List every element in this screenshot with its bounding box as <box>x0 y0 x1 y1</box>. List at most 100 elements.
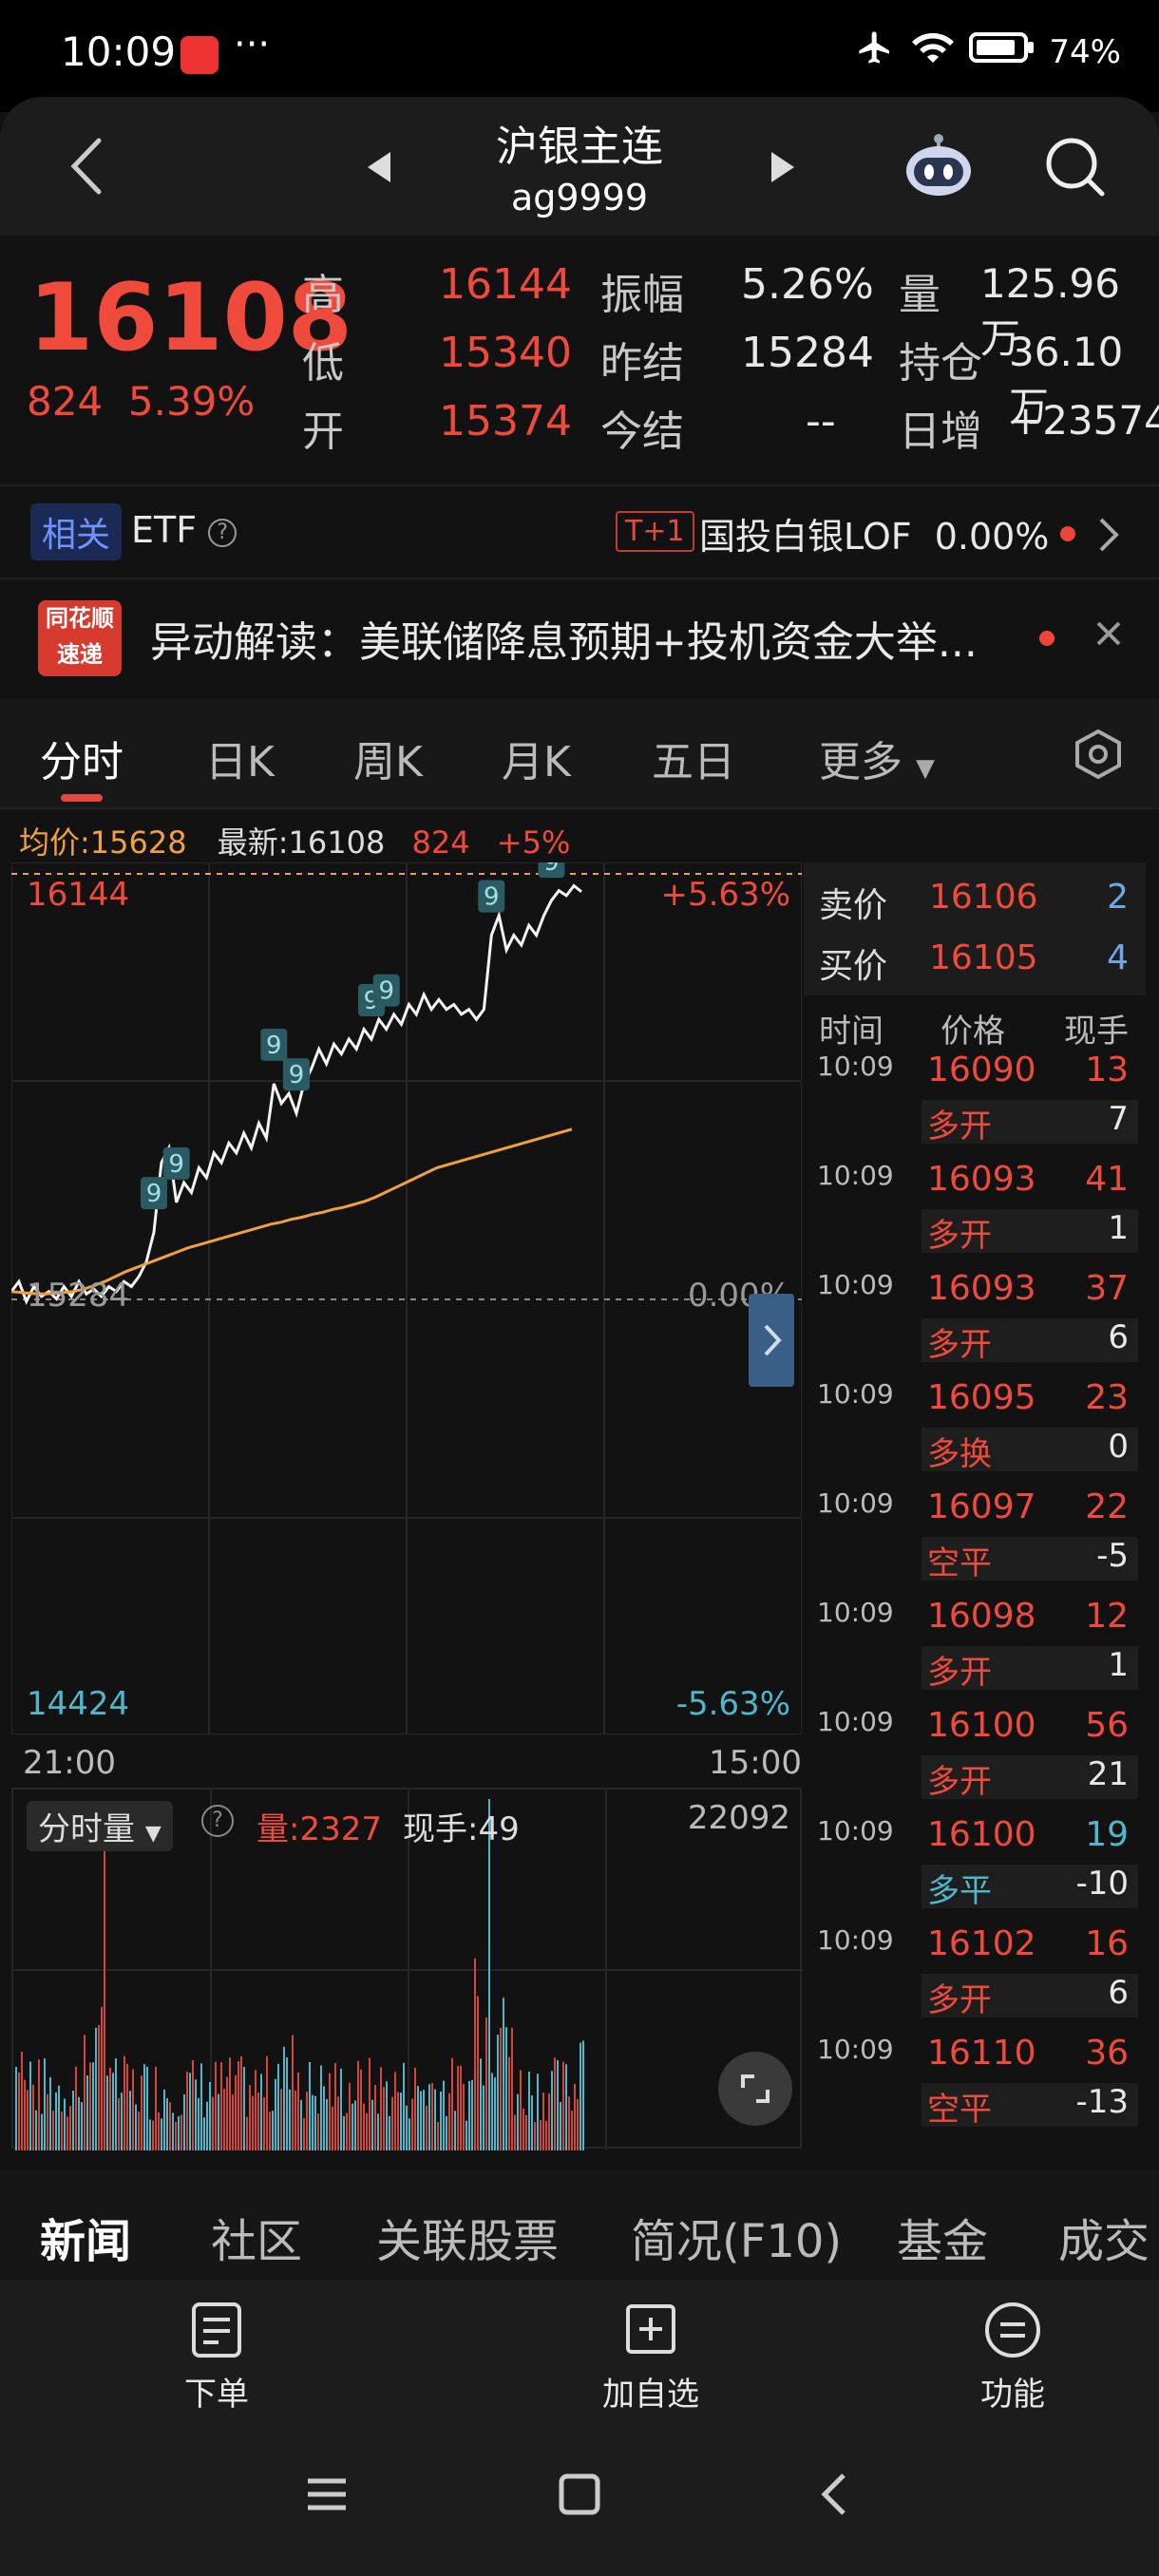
tab-news[interactable]: 新闻 <box>40 2204 131 2270</box>
volume-bar <box>326 2098 328 2150</box>
news-flash[interactable]: 同花顺 速递 异动解读：美联储降息预期+投机资金大举... <box>0 581 1159 693</box>
trade-price: 16093 <box>927 1160 1036 1199</box>
volume-bar <box>81 2102 83 2150</box>
volume-bar <box>480 2058 482 2150</box>
help-icon[interactable]: ? <box>208 518 238 547</box>
tab-weekly-k[interactable]: 周K <box>353 728 423 788</box>
volume-bar <box>491 2073 493 2150</box>
volume-max: 22092 <box>687 1799 790 1837</box>
volume-bar <box>146 2066 148 2150</box>
volume-bar <box>508 2056 510 2150</box>
expand-panel-handle[interactable] <box>749 1294 794 1387</box>
volume-bar <box>443 2080 445 2150</box>
tab-daily-k[interactable]: 日K <box>205 728 275 788</box>
tab-related-stocks[interactable]: 关联股票 <box>376 2204 559 2270</box>
volume-bar <box>200 2063 202 2150</box>
trade-time: 10:09 <box>817 2034 894 2065</box>
trade-row: 10:09 16100 56 多开 21 <box>804 1706 1146 1810</box>
volume-bar <box>403 2062 405 2150</box>
volume-bar <box>266 2055 268 2150</box>
tab-intraday[interactable]: 分时 <box>40 728 124 788</box>
volume-bar <box>89 2062 91 2150</box>
trade-volume: 22 <box>1085 1487 1129 1526</box>
amplitude-value: 5.26% <box>741 260 874 309</box>
volume-bar <box>212 2096 214 2150</box>
recent-apps-icon[interactable] <box>306 2475 348 2517</box>
volume-bar <box>340 2068 342 2150</box>
volume-bar <box>440 2091 442 2150</box>
tab-fund[interactable]: 基金 <box>897 2204 988 2270</box>
tab-trades[interactable]: 成交 <box>1058 2204 1150 2270</box>
volume-bar <box>548 2093 550 2150</box>
trade-volume: 23 <box>1085 1378 1129 1417</box>
volume-bar <box>423 2090 425 2150</box>
assistant-robot-icon[interactable] <box>902 131 975 198</box>
volume-bar <box>235 2074 237 2150</box>
daily-change-value: +23574 <box>1009 397 1159 444</box>
volume-chart[interactable]: 分时量 ▼ ? 量:2327 现手:49 22092 <box>11 1788 804 2150</box>
volume-bar <box>47 2093 48 2150</box>
trade-time: 10:09 <box>817 1378 894 1410</box>
volume-bar <box>408 2118 410 2150</box>
trade-hand: 6 <box>1108 1318 1129 1356</box>
quote-panel: 16108 824 5.39% 高 16144 低 15340 开 15374 … <box>0 236 1159 484</box>
back-nav-icon[interactable] <box>819 2472 847 2521</box>
volume-bar <box>320 2065 322 2150</box>
volume-bar <box>383 2087 385 2150</box>
tab-five-day[interactable]: 五日 <box>652 728 735 788</box>
settings-icon[interactable] <box>1072 728 1125 785</box>
close-icon[interactable] <box>1094 619 1123 652</box>
volume-bar <box>15 2066 17 2150</box>
related-etf-row[interactable]: 相关 ETF ? T+1 国投白银LOF 0.00% <box>0 484 1159 579</box>
volume-bar <box>542 2092 544 2150</box>
volume-bar <box>118 2097 120 2150</box>
tab-community[interactable]: 社区 <box>211 2204 302 2270</box>
volume-bar <box>528 2072 530 2150</box>
volume-bar <box>189 2073 191 2150</box>
volume-bar <box>203 2117 205 2150</box>
trade-type: 多开 <box>927 1654 992 1692</box>
volume-bar <box>52 2111 54 2150</box>
volume-bar <box>500 2027 502 2150</box>
intraday-chart[interactable]: 99999999 16144 +5.63% 15284 0.00% 14424 … <box>10 845 803 1735</box>
volume-type-select[interactable]: 分时量 ▼ <box>27 1801 173 1851</box>
volume-bar <box>329 2073 331 2150</box>
volume-bar <box>386 2081 388 2150</box>
volume-bar <box>155 2066 157 2150</box>
volume-bar <box>78 2096 80 2150</box>
trade-type: 多开 <box>927 1217 992 1255</box>
low-value: 15340 <box>439 329 572 377</box>
volume-bar <box>172 2112 174 2150</box>
chevron-right-icon[interactable] <box>1098 517 1119 557</box>
trade-type: 多平 <box>927 1872 992 1910</box>
volume-bar <box>477 1996 479 2150</box>
fullscreen-button[interactable] <box>718 2052 792 2126</box>
add-watchlist-button[interactable]: 加自选 <box>589 2301 712 2415</box>
trade-volume: 41 <box>1085 1160 1129 1199</box>
trade-type: 多开 <box>927 1763 992 1801</box>
volume-bar <box>209 2081 211 2150</box>
volume-bar <box>428 2084 430 2150</box>
sell-price: 16106 <box>929 878 1038 917</box>
volume-bar <box>505 2027 507 2150</box>
trade-time: 10:09 <box>817 1815 894 1847</box>
functions-button[interactable]: 功能 <box>965 2301 1060 2415</box>
volume-bar <box>132 2069 134 2150</box>
volume-bar <box>485 2017 487 2150</box>
volume-bar <box>95 2027 97 2150</box>
flash-text: 异动解读：美联储降息预期+投机资金大举... <box>150 618 978 667</box>
home-icon[interactable] <box>559 2473 600 2519</box>
tab-monthly-k[interactable]: 月K <box>502 728 571 788</box>
volume-bar <box>226 2076 228 2150</box>
search-icon[interactable] <box>1043 135 1106 201</box>
order-button[interactable]: 下单 <box>169 2301 264 2415</box>
volume-bar <box>354 2100 356 2150</box>
volume-help-icon[interactable]: ? <box>201 1805 234 1837</box>
document-icon <box>192 2302 241 2358</box>
next-contract-button[interactable] <box>768 150 796 188</box>
volume-value: 量:2327 <box>256 1810 382 1848</box>
trade-row: 10:09 16100 19 多平 -10 <box>804 1815 1146 1920</box>
tab-more[interactable]: 更多 ▼ <box>819 728 935 788</box>
orderbook: 卖价 16106 2 买价 16105 4 <box>804 862 1146 995</box>
tab-overview-f10[interactable]: 简况(F10) <box>631 2204 842 2270</box>
